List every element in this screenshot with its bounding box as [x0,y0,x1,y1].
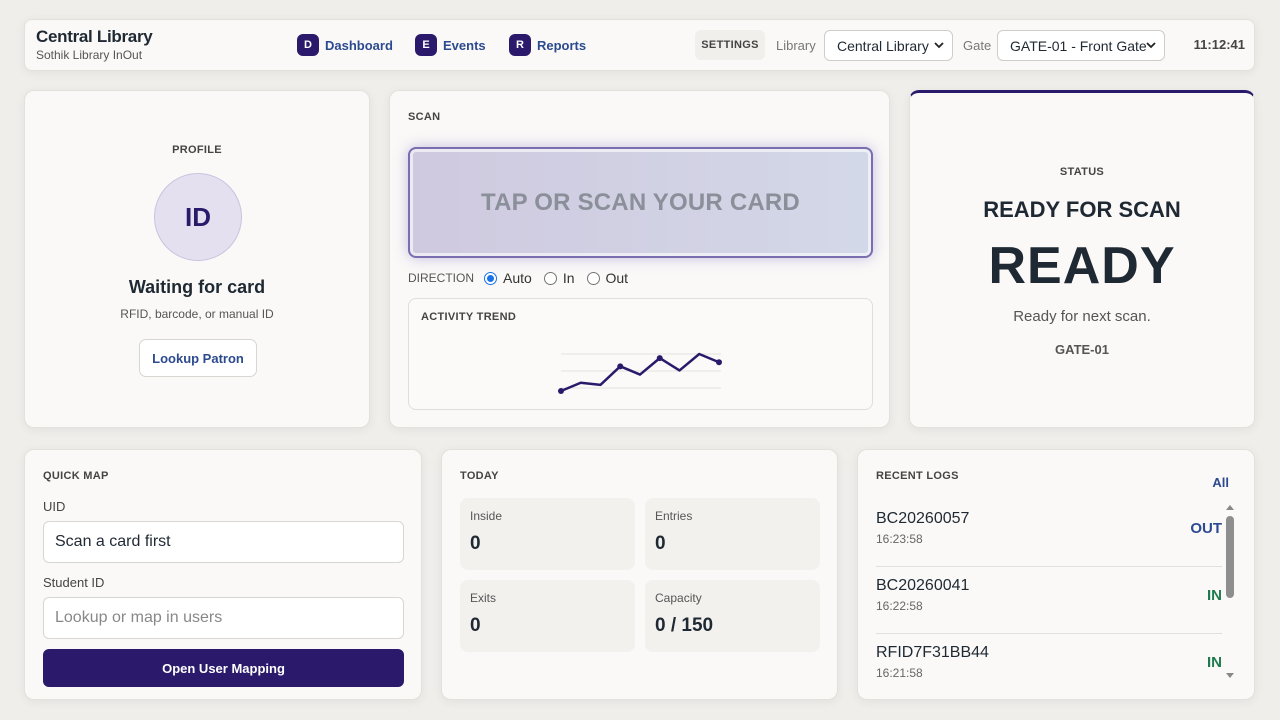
gate-select-label: Gate [963,38,992,53]
chevron-down-icon [934,42,944,49]
today-section-label: TODAY [460,470,499,482]
trend-point [558,388,564,394]
recent-logs-section-label: RECENT LOGS [876,470,959,482]
log-id: BC20260057 [876,510,970,527]
stat-exits: Exits 0 [460,580,635,652]
app-name: Sothik Library InOut [36,48,143,62]
radio-unchecked-icon [543,271,557,285]
direction-out-radio[interactable]: Out [586,270,629,286]
reports-badge-icon: R [509,34,531,56]
gate-select-value: GATE-01 - Front Gate [1010,37,1147,54]
clock: 11:12:41 [1193,37,1245,52]
all-logs-link[interactable]: All [1212,475,1229,490]
nav-reports-label: Reports [537,37,587,53]
scroll-thumb [1226,516,1234,598]
trend-point [656,355,663,362]
status-headline: READY FOR SCAN [983,197,1181,222]
scan-card: SCAN TAP OR SCAN YOUR CARD DIRECTION Aut… [389,90,890,428]
direction-group: DIRECTION Auto In Out [408,270,640,286]
events-badge-icon: E [415,34,437,56]
uid-field[interactable]: Scan a card first [43,521,404,563]
direction-auto-label: Auto [503,270,532,286]
log-time: 16:23:58 [876,532,923,546]
direction-out-label: Out [605,270,629,286]
trend-point [716,359,722,366]
log-time: 16:22:58 [876,599,923,613]
nav-reports[interactable]: R Reports [509,34,586,56]
stat-inside: Inside 0 [460,498,635,570]
gate-select[interactable]: GATE-01 - Front Gate [997,30,1165,61]
log-direction-in: IN [1207,654,1222,671]
logs-scrollbar[interactable] [1225,504,1235,680]
direction-in-radio[interactable]: In [543,270,575,286]
today-card: TODAY Inside 0 Entries 0 Exits 0 Capacit… [441,449,838,700]
top-bar: Central Library Sothik Library InOut D D… [24,19,1255,71]
scroll-down-icon [1226,673,1234,678]
recent-logs-card: RECENT LOGS All BC20260057 16:23:58 OUT … [857,449,1255,700]
student-id-field[interactable]: Lookup or map in users [43,597,404,639]
log-row[interactable]: RFID7F31BB44 16:21:58 IN [876,634,1222,701]
stat-value: 0 / 150 [655,615,714,636]
status-big: READY [988,237,1176,295]
status-message: Ready for next scan. [1013,308,1151,325]
log-direction-in: IN [1207,587,1222,604]
log-direction-out: OUT [1190,520,1222,537]
status-card: STATUS READY FOR SCAN READY Ready for ne… [909,90,1255,428]
nav-dashboard-label: Dashboard [325,37,393,53]
log-row[interactable]: BC20260041 16:22:58 IN [876,567,1222,634]
stat-value: 0 [470,533,481,554]
profile-card: PROFILE ID Waiting for card RFID, barcod… [24,90,370,428]
profile-hint: RFID, barcode, or manual ID [120,307,274,321]
stat-label: Exits [470,591,497,605]
scan-section-label: SCAN [408,111,441,123]
radio-checked-icon [484,271,497,285]
stat-label: Entries [655,509,693,523]
nav-events[interactable]: E Events [415,34,486,56]
library-name: Central Library [36,27,153,46]
stat-value: 0 [655,533,666,554]
nav-events-label: Events [443,37,486,53]
log-time: 16:21:58 [876,666,923,680]
settings-button[interactable]: SETTINGS [695,30,765,60]
log-id: RFID7F31BB44 [876,644,989,661]
log-id: BC20260041 [876,577,970,594]
avatar: ID [154,173,242,261]
stat-label: Capacity [655,591,702,605]
quick-map-card: QUICK MAP UID Scan a card first Student … [24,449,422,700]
lookup-patron-button[interactable]: Lookup Patron [139,339,257,377]
profile-section-label: PROFILE [172,144,222,156]
student-id-label: Student ID [43,575,105,590]
library-select-value: Central Library [837,37,929,54]
dashboard-badge-icon: D [297,34,319,56]
direction-label: DIRECTION [408,271,474,285]
radio-unchecked-icon [586,271,600,285]
activity-trend-panel: ACTIVITY TREND [408,298,873,410]
uid-label: UID [43,499,66,514]
scan-input[interactable]: TAP OR SCAN YOUR CARD [408,147,873,258]
status-gate: GATE-01 [1055,342,1109,357]
scan-prompt: TAP OR SCAN YOUR CARD [481,188,800,216]
library-select-label: Library [776,38,816,53]
open-user-mapping-button[interactable]: Open User Mapping [43,649,404,687]
status-section-label: STATUS [1059,166,1105,178]
stat-value: 0 [470,615,481,636]
activity-trend-chart [558,352,722,394]
stat-label: Inside [470,509,503,523]
patron-name: Waiting for card [128,277,266,297]
quick-map-section-label: QUICK MAP [43,470,109,482]
stat-capacity: Capacity 0 / 150 [645,580,820,652]
direction-auto-radio[interactable]: Auto [484,270,532,286]
direction-in-label: In [562,270,575,286]
trend-point [617,363,624,370]
nav-dashboard[interactable]: D Dashboard [297,34,393,56]
library-select[interactable]: Central Library [824,30,953,61]
trend-line [560,352,720,393]
chevron-down-icon [1146,42,1156,49]
scroll-up-icon [1226,505,1234,510]
log-row[interactable]: BC20260057 16:23:58 OUT [876,500,1222,567]
stat-entries: Entries 0 [645,498,820,570]
